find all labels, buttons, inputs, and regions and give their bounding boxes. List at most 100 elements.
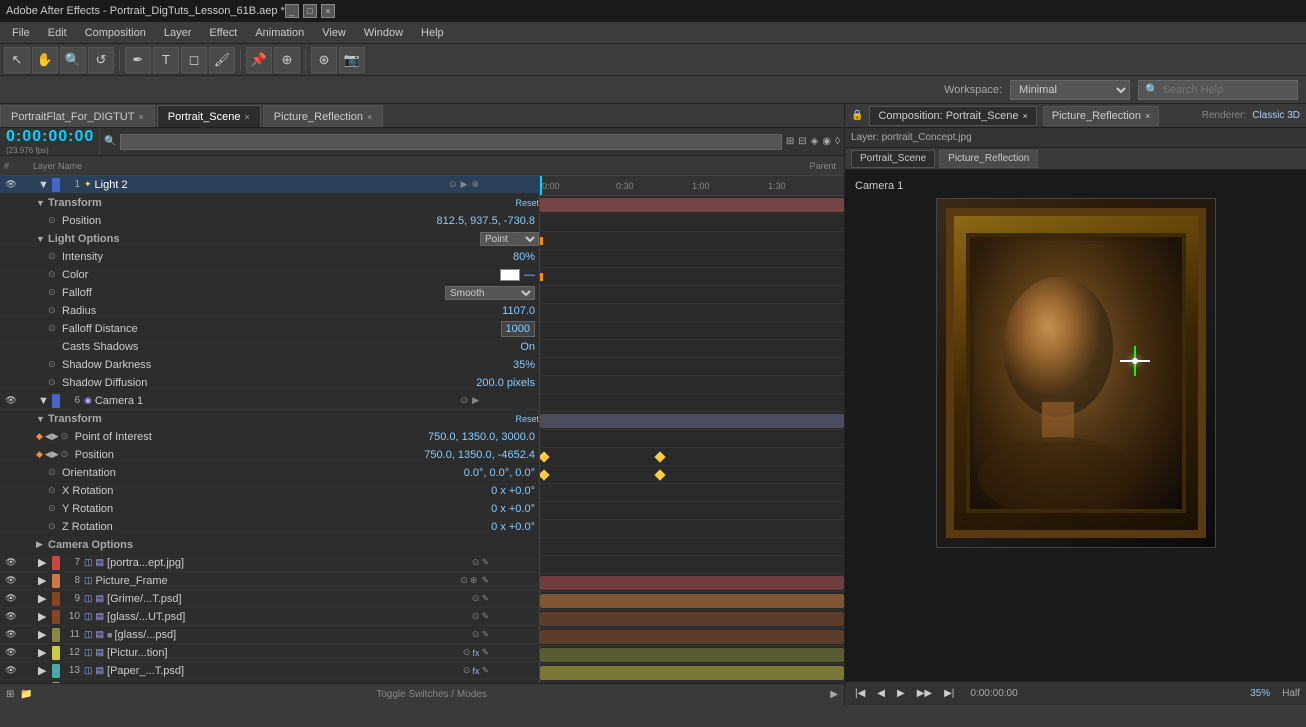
timecode-display[interactable]: 0:00:00:00 bbox=[6, 128, 93, 146]
layer-9-name[interactable]: [Grime/...T.psd] bbox=[107, 593, 472, 605]
tab-close-portrait-scene[interactable]: × bbox=[245, 112, 250, 122]
prop-cam-pos-nav[interactable]: ◀▶ bbox=[45, 449, 59, 460]
layer-8-name[interactable]: Picture_Frame bbox=[96, 575, 461, 587]
comp-tab-picture-reflection[interactable]: Picture_Reflection × bbox=[1043, 106, 1160, 126]
tl-row-9[interactable] bbox=[540, 610, 844, 628]
layer-13-expand[interactable]: ▶ bbox=[38, 664, 50, 677]
tab-close-portrait-flat[interactable]: × bbox=[138, 112, 143, 122]
menu-help[interactable]: Help bbox=[413, 25, 452, 41]
layer-row-6[interactable]: 👁 ▼ 6 ◉ Camera 1 ⊙ ▶ bbox=[0, 392, 539, 410]
tool-camera[interactable]: 📷 bbox=[339, 47, 365, 73]
tab-close-picture-reflection[interactable]: × bbox=[367, 112, 372, 122]
layer-1-name[interactable]: Light 2 bbox=[95, 179, 449, 191]
menu-animation[interactable]: Animation bbox=[247, 25, 312, 41]
comp-tab-close[interactable]: × bbox=[1022, 111, 1027, 121]
tl-row-1[interactable] bbox=[540, 196, 844, 214]
prop-shadow-darkness-value[interactable]: 35% bbox=[513, 359, 535, 371]
prop-transform-expand[interactable]: ▼ bbox=[36, 198, 48, 208]
tool-zoom[interactable]: 🔍 bbox=[60, 47, 86, 73]
layer-11-vis[interactable]: 👁 bbox=[4, 629, 18, 640]
layer-8-vis[interactable]: 👁 bbox=[4, 575, 18, 586]
prop-poi-kf-left[interactable]: ◆ bbox=[36, 431, 43, 442]
menu-effect[interactable]: Effect bbox=[201, 25, 245, 41]
workspace-select[interactable]: Minimal Standard All Panels bbox=[1010, 80, 1130, 100]
layer-10-name[interactable]: [glass/...UT.psd] bbox=[107, 611, 472, 623]
tl-row-10[interactable] bbox=[540, 628, 844, 646]
layer-6-vis[interactable]: 👁 bbox=[4, 395, 18, 406]
prop-cam-pos-kf-left[interactable]: ◆ bbox=[36, 449, 43, 460]
tl-bar-1[interactable] bbox=[540, 198, 844, 212]
layer-row-8[interactable]: 👁 ▶ 8 ◫ Picture_Frame ⊙ ⊕ ✎ bbox=[0, 572, 539, 590]
prop-xrot-value[interactable]: 0 x +0.0° bbox=[491, 485, 535, 497]
prop-cam-transform-expand[interactable]: ▼ bbox=[36, 414, 48, 424]
prop-orientation-stopwatch[interactable]: ⊙ bbox=[48, 467, 62, 478]
maximize-button[interactable]: □ bbox=[303, 4, 317, 18]
prop-light-options-expand[interactable]: ▼ bbox=[36, 234, 48, 244]
prop-radius-stopwatch[interactable]: ⊙ bbox=[48, 305, 62, 316]
tl-row-8[interactable] bbox=[540, 592, 844, 610]
prop-falloff-stopwatch[interactable]: ⊙ bbox=[48, 287, 62, 298]
layer-row-12[interactable]: 👁 ▶ 12 ◫ ▤ [Pictur...tion] ⊙ fx ✎ bbox=[0, 644, 539, 662]
tl-bar-12[interactable] bbox=[540, 666, 844, 680]
layer-10-expand[interactable]: ▶ bbox=[38, 610, 50, 623]
tab-portrait-flat[interactable]: PortraitFlat_For_DIGTUT × bbox=[0, 105, 155, 127]
layer-1-expand[interactable]: ▼ bbox=[38, 179, 50, 191]
layer-row-10[interactable]: 👁 ▶ 10 ◫ ▤ [glass/...UT.psd] ⊙ ✎ bbox=[0, 608, 539, 626]
tool-brush[interactable]: 🖌 bbox=[209, 47, 235, 73]
prop-falloff-distance-value[interactable]: 1000 bbox=[501, 321, 535, 337]
prop-xrot-stopwatch[interactable]: ⊙ bbox=[48, 485, 62, 496]
title-bar-controls[interactable]: _ □ × bbox=[285, 4, 335, 18]
color-swatch[interactable] bbox=[500, 269, 520, 281]
prop-position-value[interactable]: 812.5, 937.5, -730.8 bbox=[437, 215, 535, 227]
playhead[interactable] bbox=[540, 176, 542, 195]
prop-shadow-darkness-stopwatch[interactable]: ⊙ bbox=[48, 359, 62, 370]
layer-row-7[interactable]: 👁 ▶ 7 ◫ ▤ [portra...ept.jpg] ⊙ ✎ bbox=[0, 554, 539, 572]
prev-fwd-btn[interactable]: ▶▶ bbox=[913, 686, 936, 701]
tl-row-11[interactable] bbox=[540, 646, 844, 664]
prop-cam-pos-value[interactable]: 750.0, 1350.0, -4652.4 bbox=[424, 449, 535, 461]
layer-12-name[interactable]: [Pictur...tion] bbox=[107, 647, 463, 659]
tool-rotate[interactable]: ↺ bbox=[88, 47, 114, 73]
menu-layer[interactable]: Layer bbox=[156, 25, 200, 41]
tool-select[interactable]: ↖ bbox=[4, 47, 30, 73]
layer-7-vis[interactable]: 👁 bbox=[4, 557, 18, 568]
prev-last-btn[interactable]: ▶| bbox=[940, 686, 958, 701]
layer-12-vis[interactable]: 👁 bbox=[4, 647, 18, 658]
prev-timecode[interactable]: 0:00:00:00 bbox=[970, 688, 1017, 699]
menu-window[interactable]: Window bbox=[356, 25, 411, 41]
tab-portrait-scene-preview[interactable]: Portrait_Scene bbox=[851, 150, 935, 168]
minimize-button[interactable]: _ bbox=[285, 4, 299, 18]
prop-shadow-diffusion-stopwatch[interactable]: ⊙ bbox=[48, 377, 62, 388]
layer-row-11[interactable]: 👁 ▶ 11 ◫ ▤ ■ [glass/...psd] ⊙ ✎ bbox=[0, 626, 539, 644]
new-comp-btn[interactable]: ⊞ bbox=[6, 689, 14, 700]
layer-6-name[interactable]: Camera 1 bbox=[95, 395, 461, 407]
search-help-input[interactable] bbox=[1163, 84, 1283, 96]
prop-position-stopwatch[interactable]: ⊙ bbox=[48, 215, 62, 226]
prop-cam-pos-stopwatch[interactable]: ⊙ bbox=[61, 449, 75, 460]
tl-row-7[interactable] bbox=[540, 574, 844, 592]
tab-portrait-scene[interactable]: Portrait_Scene × bbox=[157, 105, 261, 127]
layer-row-14[interactable]: 👁 ▶ 14 ◫ ▤ [WOOD_W...jpg] ⊙ ✎ bbox=[0, 680, 539, 683]
layer-mode-btn[interactable]: ⊞ bbox=[786, 136, 794, 147]
prop-falloff-distance-stopwatch[interactable]: ⊙ bbox=[48, 323, 62, 334]
layer-options-btn[interactable]: ⊟ bbox=[798, 136, 806, 147]
layer-lock-btn[interactable]: ◉ bbox=[822, 136, 831, 147]
prop-poi-nav[interactable]: ◀▶ bbox=[45, 431, 59, 442]
new-folder-btn[interactable]: 📁 bbox=[20, 689, 32, 700]
prev-first-btn[interactable]: |◀ bbox=[851, 686, 869, 701]
tl-bar-9[interactable] bbox=[540, 612, 844, 626]
layer-row-13[interactable]: 👁 ▶ 13 ◫ ▤ [Paper_...T.psd] ⊙ fx ✎ bbox=[0, 662, 539, 680]
prop-intensity-value[interactable]: 80% bbox=[513, 251, 535, 263]
tl-bar-10[interactable] bbox=[540, 630, 844, 644]
preview-zoom[interactable]: 35% bbox=[1250, 688, 1270, 699]
layer-11-expand[interactable]: ▶ bbox=[38, 628, 50, 641]
layer-11-name[interactable]: [glass/...psd] bbox=[114, 629, 471, 641]
prop-intensity-stopwatch[interactable]: ⊙ bbox=[48, 251, 62, 262]
layer-1-vis[interactable]: 👁 bbox=[4, 179, 18, 190]
tool-hand[interactable]: ✋ bbox=[32, 47, 58, 73]
preview-quality[interactable]: Half bbox=[1282, 688, 1300, 699]
menu-edit[interactable]: Edit bbox=[40, 25, 75, 41]
tl-row-13[interactable] bbox=[540, 682, 844, 683]
prop-color-value[interactable]: — bbox=[524, 269, 535, 281]
prop-radius-value[interactable]: 1107.0 bbox=[502, 305, 535, 317]
